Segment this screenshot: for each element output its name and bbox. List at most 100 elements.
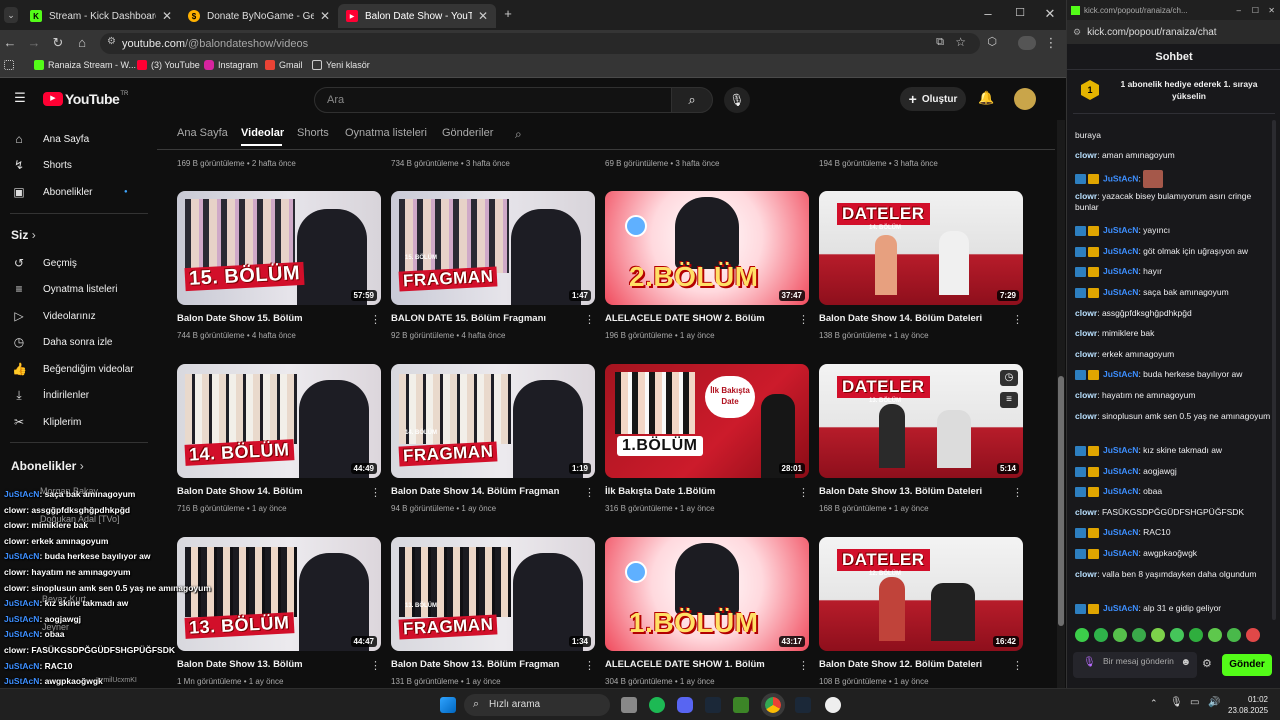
chat-username[interactable]: JuStAcN: [1103, 548, 1138, 558]
quick-emote-icon[interactable]: [1170, 628, 1184, 642]
chat-username[interactable]: clowr: [1075, 349, 1097, 359]
bookmark-item[interactable]: Instagram: [204, 60, 258, 70]
more-options-icon[interactable]: ⋮: [1012, 486, 1023, 499]
windows-start-icon[interactable]: [440, 697, 456, 713]
microphone-icon[interactable]: 🎙: [1170, 697, 1183, 708]
popup-url-bar[interactable]: ⚙ kick.com/popout/ranaiza/chat: [1067, 20, 1280, 44]
channel-search-icon[interactable]: ⌕: [515, 127, 522, 142]
chat-username[interactable]: clowr: [1075, 150, 1097, 160]
more-options-icon[interactable]: ⋮: [798, 659, 809, 672]
page-scrollbar[interactable]: [1057, 120, 1065, 688]
site-info-icon[interactable]: ⚙: [107, 36, 116, 47]
video-thumbnail[interactable]: 15. BÖLÜM 57:59: [177, 191, 381, 305]
video-title[interactable]: BALON DATE 15. Bölüm Fragmanı: [391, 313, 546, 324]
quick-emote-icon[interactable]: [1094, 628, 1108, 642]
quick-emote-icon[interactable]: [1189, 628, 1203, 642]
more-options-icon[interactable]: ⋮: [370, 486, 381, 499]
sidebar-item-history[interactable]: ↺ Geçmiş: [0, 252, 150, 274]
tab-playlists[interactable]: Oynatma listeleri: [345, 127, 427, 139]
sidebar-item-liked[interactable]: 👍 Beğendiğim videolar: [0, 358, 150, 380]
video-title[interactable]: Balon Date Show 13. Bölüm Fragman: [391, 659, 559, 670]
close-window-icon[interactable]: ✕: [1042, 6, 1058, 22]
video-thumbnail[interactable]: 2.BÖLÜM 37:47: [605, 191, 809, 305]
minimize-icon[interactable]: –: [980, 6, 996, 21]
add-to-queue-icon[interactable]: ≡: [1000, 392, 1018, 408]
close-tab-icon[interactable]: ✕: [162, 9, 172, 23]
video-title[interactable]: Balon Date Show 13. Bölüm Dateleri: [819, 486, 982, 497]
close-tab-icon[interactable]: ✕: [478, 9, 488, 23]
search-input[interactable]: Ara: [314, 87, 672, 113]
steam-icon[interactable]: [705, 697, 721, 713]
watch-later-icon[interactable]: ◷: [1000, 370, 1018, 386]
chat-username[interactable]: clowr: [1075, 191, 1097, 201]
steam-icon[interactable]: [795, 697, 811, 713]
volume-icon[interactable]: 🔊: [1208, 697, 1220, 708]
quick-emote-icon[interactable]: [1246, 628, 1260, 642]
pinned-gift-banner[interactable]: 1 1 abonelik hediye ederek 1. sıraya yük…: [1073, 72, 1275, 114]
sidebar-subscriptions-header[interactable]: Abonelikler ›: [11, 459, 84, 473]
video-title[interactable]: İlk Bakışta Date 1.Bölüm: [605, 486, 715, 497]
chat-username[interactable]: JuStAcN: [1103, 603, 1138, 613]
chat-settings-icon[interactable]: ⚙: [1202, 657, 1212, 670]
back-icon[interactable]: ←: [2, 35, 18, 50]
chat-username[interactable]: JuStAcN: [1103, 369, 1138, 379]
chat-username[interactable]: JuStAcN: [1103, 287, 1138, 297]
video-thumbnail[interactable]: İlk Bakışta Date 1.BÖLÜM 28:01: [605, 364, 809, 478]
sidebar-item-your-videos[interactable]: ▷ Videolarınız: [0, 305, 150, 327]
more-options-icon[interactable]: ⋮: [584, 313, 595, 326]
video-thumbnail[interactable]: 14. BÖLÜM FRAGMAN 1:19: [391, 364, 595, 478]
chat-username[interactable]: JuStAcN: [1103, 266, 1138, 276]
video-thumbnail[interactable]: DATELER 12. BÖLÜM 16:42: [819, 537, 1023, 651]
browser-tab[interactable]: $ Donate ByNoGame - Gelen/Gi ✕: [180, 4, 338, 28]
video-thumbnail[interactable]: 14. BÖLÜM 44:49: [177, 364, 381, 478]
emoji-icon[interactable]: ☻: [1180, 658, 1191, 668]
hamburger-menu-icon[interactable]: ☰: [12, 90, 28, 106]
sidebar-item-shorts[interactable]: ↯ Shorts: [0, 154, 150, 176]
bookmark-item[interactable]: Ranaiza Stream - W...: [34, 60, 136, 70]
video-thumbnail[interactable]: 13. BÖLÜM FRAGMAN 1:34: [391, 537, 595, 651]
task-view-icon[interactable]: [621, 697, 637, 713]
apps-grid-icon[interactable]: [4, 60, 18, 70]
notifications-bell-icon[interactable]: 🔔: [978, 90, 994, 106]
minecraft-icon[interactable]: [733, 697, 749, 713]
chat-message-input[interactable]: 🎙 Bir mesaj gönderin ☻: [1073, 652, 1197, 678]
video-title[interactable]: Balon Date Show 14. Bölüm Dateleri: [819, 313, 982, 324]
chat-username[interactable]: JuStAcN: [1103, 225, 1138, 235]
video-title[interactable]: Balon Date Show 15. Bölüm: [177, 313, 303, 324]
video-thumbnail[interactable]: DATELER 13. BÖLÜM ◷ ≡ 5:14: [819, 364, 1023, 478]
quick-emote-icon[interactable]: [1208, 628, 1222, 642]
quick-emote-icon[interactable]: [1113, 628, 1127, 642]
sidebar-item-home[interactable]: ⌂ Ana Sayfa: [0, 128, 150, 150]
chat-scrollbar[interactable]: [1272, 120, 1276, 620]
scrollbar-thumb[interactable]: [1058, 376, 1064, 626]
video-thumbnail[interactable]: DATELER 14. BÖLÜM 7:29: [819, 191, 1023, 305]
tray-overflow-icon[interactable]: ⌃: [1150, 698, 1158, 709]
extensions-icon[interactable]: ⬡: [984, 35, 1000, 48]
browser-tab[interactable]: K Stream - Kick Dashboard ✕: [22, 4, 180, 28]
search-button[interactable]: ⌕: [671, 87, 713, 113]
chrome-icon[interactable]: [761, 693, 785, 717]
discord-icon[interactable]: [677, 697, 693, 713]
voice-search-icon[interactable]: 🎙: [724, 87, 750, 113]
reload-icon[interactable]: ↻: [50, 35, 66, 51]
chat-username[interactable]: JuStAcN: [1103, 466, 1138, 476]
profile-icon[interactable]: [1018, 36, 1036, 50]
sidebar-item-playlists[interactable]: ≡ Oynatma listeleri: [0, 278, 150, 300]
quick-emote-icon[interactable]: [1075, 628, 1089, 642]
avatar[interactable]: [1014, 88, 1036, 110]
browser-tab-active[interactable]: ▶ Balon Date Show - YouTube ✕: [338, 4, 496, 28]
maximize-icon[interactable]: ☐: [1012, 6, 1028, 19]
youtube-logo[interactable]: ▶ YouTube TR: [43, 91, 128, 107]
bookmark-item[interactable]: (3) YouTube: [137, 60, 200, 70]
bookmark-item[interactable]: Gmail: [265, 60, 303, 70]
video-thumbnail[interactable]: 1.BÖLÜM 43:17: [605, 537, 809, 651]
taskbar-search-input[interactable]: ⌕ Hızlı arama: [464, 694, 610, 716]
spotify-icon[interactable]: [649, 697, 665, 713]
video-title[interactable]: ALELACELE DATE SHOW 1. Bölüm: [605, 659, 765, 670]
chat-username[interactable]: JuStAcN: [1103, 486, 1138, 496]
more-options-icon[interactable]: ⋮: [370, 313, 381, 326]
chat-username[interactable]: clowr: [1075, 411, 1097, 421]
chat-username[interactable]: clowr: [1075, 507, 1097, 517]
tab-home[interactable]: Ana Sayfa: [177, 127, 228, 139]
quick-emote-icon[interactable]: [1227, 628, 1241, 642]
